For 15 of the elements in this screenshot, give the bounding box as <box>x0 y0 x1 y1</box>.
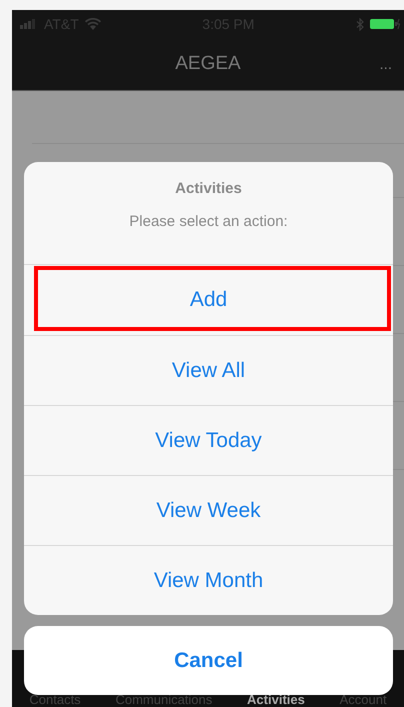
action-button[interactable]: View All <box>24 335 393 405</box>
bluetooth-icon <box>356 18 364 30</box>
sheet-title: Activities <box>175 180 242 197</box>
sheet-message: Please select an action: <box>129 213 288 230</box>
more-menu[interactable]: ... <box>379 56 392 73</box>
tab-item[interactable]: Activities <box>247 692 305 707</box>
cancel-button[interactable]: Cancel <box>24 626 393 695</box>
action-button[interactable]: View Month <box>24 545 393 615</box>
action-button[interactable]: View Week <box>24 475 393 545</box>
wifi-icon <box>84 18 101 30</box>
signal-icon <box>20 19 38 29</box>
action-button[interactable]: Add <box>24 265 393 335</box>
app-title: AEGEA <box>175 53 241 75</box>
action-button[interactable]: View Today <box>24 405 393 475</box>
battery-icon <box>370 18 400 30</box>
